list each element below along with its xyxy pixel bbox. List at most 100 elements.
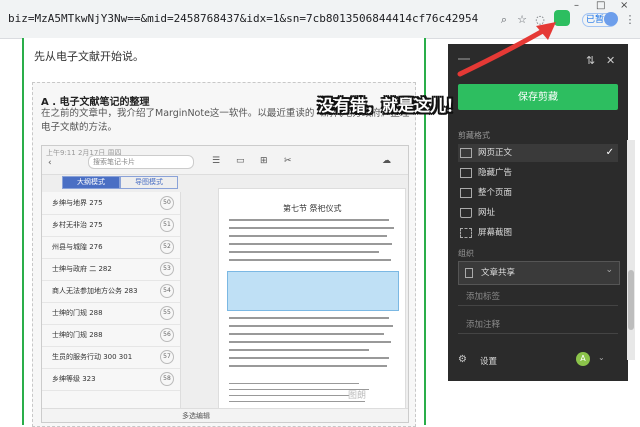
bookmark-star-icon[interactable]: ☆	[516, 14, 528, 26]
text-line	[229, 259, 391, 261]
page-badge: 57	[160, 350, 174, 364]
outline-list: 乡绅与地界 275 50 乡村无非治 275 51 州县与城隍 276 52 士绅与政…	[42, 192, 181, 422]
profile-avatar[interactable]	[604, 12, 618, 26]
close-button[interactable]: ×	[620, 0, 628, 11]
list-item-label: 乡绅等级 323	[52, 375, 96, 383]
format-heading: 剪藏格式	[458, 131, 490, 140]
list-item-label: 商人无法参加地方公务 283	[52, 287, 138, 295]
full-page-icon	[460, 188, 472, 198]
notebook-select[interactable]: 文章共享 ⌄	[458, 261, 620, 285]
simplified-icon	[460, 168, 472, 178]
text-line	[229, 341, 391, 343]
text-line	[229, 227, 394, 229]
format-full-page[interactable]: 整个页面	[458, 184, 618, 202]
section-block: A . 电子文献笔记的整理 在之前的文章中，我介绍了MarginNote这一软件…	[32, 82, 416, 427]
page-scrollbar[interactable]	[627, 140, 635, 360]
intro-text: 先从电子文献开始说。	[34, 50, 144, 63]
text-line	[229, 395, 349, 396]
page-badge: 53	[160, 262, 174, 276]
evernote-extension-icon[interactable]	[554, 10, 570, 26]
grid-icon: ⊞	[260, 156, 268, 166]
minimize-button[interactable]: –	[574, 0, 579, 11]
page-heading: 第七节 祭祀仪式	[283, 204, 342, 213]
section-title: A . 电子文献笔记的整理	[41, 97, 150, 108]
format-simplified[interactable]: 隐藏广告	[458, 164, 618, 182]
check-icon: ✓	[605, 147, 614, 158]
format-label: 网址	[478, 208, 496, 218]
chevron-down-icon[interactable]: ⌄	[598, 353, 605, 362]
page-badge: 52	[160, 240, 174, 254]
list-item-label: 士绅的门规 288	[52, 331, 103, 339]
tag-input[interactable]: 添加标签	[458, 288, 618, 306]
text-line	[229, 333, 384, 335]
collapse-icon[interactable]: ⇅	[586, 54, 595, 67]
list-item-label: 士绅的门规 288	[52, 309, 103, 317]
format-label: 屏幕截图	[478, 228, 513, 238]
notebook-label: 文章共享	[481, 268, 516, 278]
app-toolbar: 上午9:11 2月17日 周四 ‹ 搜索笔记卡片 ☰ ▭ ⊞ ✂ ☁	[42, 146, 408, 175]
list-item-label: 乡绅与地界 275	[52, 199, 103, 207]
account-avatar[interactable]: A	[576, 352, 590, 366]
screenshot-icon	[460, 228, 472, 238]
page-badge: 50	[160, 196, 174, 210]
app-search: 搜索笔记卡片	[88, 155, 194, 169]
watermark: 图朗	[348, 391, 367, 401]
list-item-label: 乡村无非治 275	[52, 221, 103, 229]
format-label: 整个页面	[478, 188, 513, 198]
list-item: 士绅与政府 二 282 53	[42, 258, 180, 281]
page-icon: ▭	[236, 156, 245, 166]
text-line	[229, 317, 389, 319]
list-item: 乡绅与地界 275 50	[42, 192, 180, 215]
highlight-box	[227, 271, 399, 311]
organize-heading: 组织	[458, 249, 474, 258]
settings-label: 设置	[480, 357, 498, 367]
text-line	[229, 349, 369, 351]
text-line	[229, 383, 359, 384]
close-panel-icon[interactable]: ✕	[606, 54, 615, 67]
list-item: 士绅的门规 288 55	[42, 302, 180, 325]
page-badge: 56	[160, 328, 174, 342]
format-article[interactable]: 网页正文 ✓	[458, 144, 618, 162]
app-mode-tabs: 大纲模式 导图模式	[62, 176, 182, 189]
address-bar[interactable]: biz=MzA5MTkwNjY3Nw==&mid=2458768437&idx=…	[8, 10, 478, 28]
scissors-icon: ✂	[284, 156, 292, 166]
list-item: 生员的服务行动 300 301 57	[42, 346, 180, 369]
text-line	[229, 219, 389, 221]
text-line	[229, 235, 387, 237]
list-item-label: 州县与城隍 276	[52, 243, 103, 251]
marginnote-screenshot: 上午9:11 2月17日 周四 ‹ 搜索笔记卡片 ☰ ▭ ⊞ ✂ ☁ 大纲模式 …	[41, 145, 409, 423]
list-item: 州县与城隍 276 52	[42, 236, 180, 259]
page-badge: 51	[160, 218, 174, 232]
text-line	[229, 365, 387, 367]
format-bookmark[interactable]: 网址	[458, 204, 618, 222]
extension-icon[interactable]: ◌	[534, 14, 546, 26]
text-line	[229, 251, 379, 253]
save-clip-button[interactable]: 保存剪藏	[458, 84, 618, 110]
text-line	[229, 243, 392, 245]
list-item: 商人无法参加地方公务 283 54	[42, 280, 180, 303]
page-badge: 55	[160, 306, 174, 320]
maximize-button[interactable]: □	[596, 0, 605, 11]
article-icon	[460, 148, 472, 158]
gear-icon: ⚙	[458, 354, 467, 365]
clipper-logo-icon	[458, 58, 470, 60]
chevron-down-icon: ⌄	[605, 265, 613, 275]
back-icon: ‹	[48, 158, 52, 168]
text-line	[229, 401, 365, 402]
settings-button[interactable]: ⚙ 设置 A ⌄	[458, 352, 618, 370]
app-bottom-bar: 多选编辑	[42, 408, 408, 422]
scrollbar-thumb[interactable]	[628, 270, 634, 330]
list-icon: ☰	[212, 156, 221, 166]
text-line	[229, 357, 389, 359]
bookmark-icon	[460, 208, 472, 218]
list-item-label: 士绅与政府 二 282	[52, 265, 112, 273]
format-screenshot[interactable]: 屏幕截图	[458, 224, 618, 242]
menu-icon[interactable]: ⋮	[624, 14, 636, 26]
note-input[interactable]: 添加注释	[458, 316, 618, 334]
zoom-icon[interactable]: ⌕	[498, 14, 510, 26]
cloud-icon: ☁	[382, 156, 391, 166]
list-item: 乡村无非治 275 51	[42, 214, 180, 237]
web-clipper-panel: ⇅ ✕ 保存剪藏 剪藏格式 网页正文 ✓ 隐藏广告 整个页面 网址 屏幕截图 组…	[448, 44, 628, 381]
tab-outline: 大纲模式	[62, 176, 120, 189]
notebook-icon	[465, 268, 473, 278]
